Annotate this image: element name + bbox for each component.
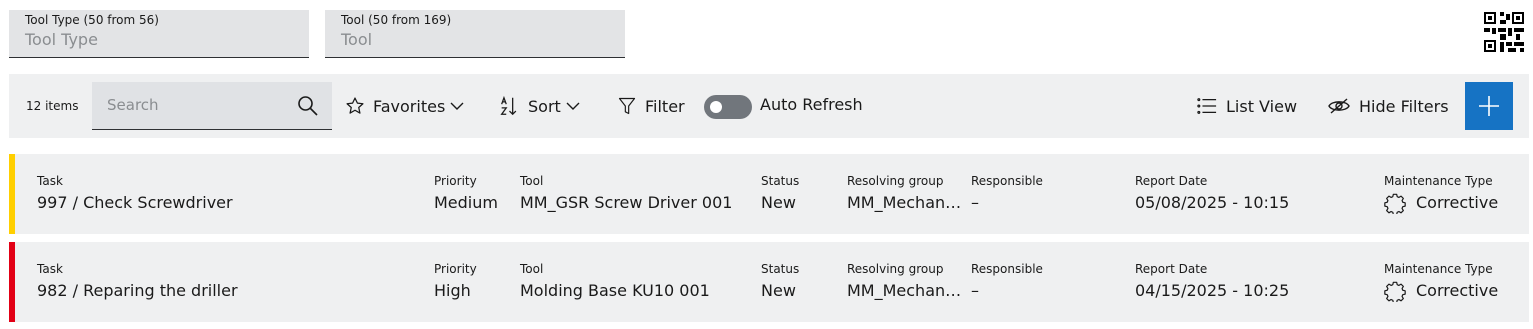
tool-value: MM_GSR Screw Driver 001 [520, 193, 733, 212]
priority-header: Priority [434, 174, 477, 188]
sort-button[interactable]: Sort [498, 93, 581, 119]
responsible-value: – [971, 281, 979, 300]
task-cell: Task 982 / Reparing the driller [37, 262, 238, 301]
resolving-group-cell: Resolving group MM_Mechanical [847, 262, 964, 301]
filter-icon [618, 97, 636, 115]
responsible-header: Responsible [971, 174, 1043, 188]
report-date-cell: Report Date 04/15/2025 - 10:25 [1135, 262, 1289, 301]
plus-icon [1479, 96, 1499, 116]
chevron-down-icon [450, 102, 464, 110]
priority-header: Priority [434, 262, 477, 276]
tool-cell: Tool MM_GSR Screw Driver 001 [520, 174, 732, 213]
hide-filters-button[interactable]: Hide Filters [1327, 93, 1449, 119]
resolving-group-header: Resolving group [847, 262, 944, 276]
filter-label: Filter [645, 96, 685, 116]
maintenance-type-header: Maintenance Type [1384, 174, 1493, 188]
gear-icon [1384, 193, 1406, 214]
task-value: 997 / Check Screwdriver [37, 193, 233, 212]
auto-refresh-label: Auto Refresh [760, 95, 863, 114]
add-button[interactable] [1465, 82, 1513, 130]
item-count: 12 items [26, 99, 79, 113]
star-icon [346, 97, 364, 114]
maintenance-type-value: Corrective [1416, 193, 1499, 212]
resolving-group-value: MM_Mechanical [847, 281, 964, 300]
priority-value: Medium [434, 193, 498, 212]
search-input[interactable]: Search [92, 82, 332, 130]
filter-button[interactable]: Filter [617, 93, 685, 119]
resolving-group-value: MM_Mechanical [847, 193, 964, 212]
list-view-button[interactable]: List View [1196, 93, 1297, 119]
task-cell: Task 997 / Check Screwdriver [37, 174, 233, 213]
priority-cell: Priority High [434, 262, 477, 301]
maintenance-type-header: Maintenance Type [1384, 262, 1493, 276]
status-header: Status [761, 262, 800, 276]
responsible-cell: Responsible – [971, 174, 1043, 213]
priority-indicator [9, 242, 15, 322]
status-header: Status [761, 174, 800, 188]
report-date-cell: Report Date 05/08/2025 - 10:15 [1135, 174, 1289, 213]
toolbar: 12 items Search Favorites Sort Filter Au… [9, 74, 1529, 138]
tool-filter-placeholder: Tool [341, 30, 373, 49]
report-date-value: 04/15/2025 - 10:25 [1135, 281, 1290, 300]
tool-cell: Tool Molding Base KU10 001 [520, 262, 710, 301]
responsible-header: Responsible [971, 262, 1043, 276]
chevron-down-icon [566, 102, 580, 110]
tool-value: Molding Base KU10 001 [520, 281, 710, 300]
list-view-label: List View [1226, 96, 1298, 116]
task-value: 982 / Reparing the driller [37, 281, 238, 300]
qr-code-icon[interactable] [1484, 12, 1524, 52]
list-item[interactable]: Task 982 / Reparing the driller Priority… [9, 242, 1529, 322]
sort-icon [500, 95, 517, 116]
priority-indicator [9, 154, 15, 234]
tool-type-filter-placeholder: Tool Type [25, 30, 98, 49]
search-placeholder: Search [107, 96, 159, 114]
tool-header: Tool [520, 262, 544, 276]
resolving-group-cell: Resolving group MM_Mechanical [847, 174, 964, 213]
responsible-cell: Responsible – [971, 262, 1043, 301]
tool-header: Tool [520, 174, 544, 188]
tool-type-filter-label: Tool Type (50 from 56) [25, 13, 159, 27]
task-header: Task [37, 262, 63, 276]
hide-filters-label: Hide Filters [1359, 96, 1449, 116]
report-date-header: Report Date [1135, 174, 1208, 188]
priority-cell: Priority Medium [434, 174, 498, 213]
favorites-label: Favorites [373, 96, 446, 116]
priority-value: High [434, 281, 471, 300]
report-date-value: 05/08/2025 - 10:15 [1135, 193, 1290, 212]
status-value: New [761, 281, 796, 300]
maintenance-type-cell: Maintenance Type Corrective [1384, 262, 1498, 302]
task-header: Task [37, 174, 63, 188]
responsible-value: – [971, 193, 979, 212]
list-icon [1197, 98, 1217, 114]
favorites-button[interactable]: Favorites [345, 93, 465, 119]
status-value: New [761, 193, 796, 212]
tool-filter-label: Tool (50 from 169) [341, 13, 452, 27]
resolving-group-header: Resolving group [847, 174, 944, 188]
auto-refresh-toggle[interactable] [704, 95, 752, 119]
search-icon[interactable] [296, 94, 320, 118]
list-item[interactable]: Task 997 / Check Screwdriver Priority Me… [9, 154, 1529, 234]
tool-filter[interactable]: Tool (50 from 169) Tool [325, 10, 625, 58]
maintenance-type-value: Corrective [1416, 281, 1499, 300]
status-cell: Status New [761, 174, 799, 213]
maintenance-type-cell: Maintenance Type Corrective [1384, 174, 1498, 214]
toggle-knob [710, 101, 722, 113]
gear-icon [1384, 281, 1406, 302]
eye-off-icon [1328, 98, 1350, 114]
tool-type-filter[interactable]: Tool Type (50 from 56) Tool Type [9, 10, 309, 58]
status-cell: Status New [761, 262, 799, 301]
sort-label: Sort [528, 96, 561, 116]
report-date-header: Report Date [1135, 262, 1208, 276]
